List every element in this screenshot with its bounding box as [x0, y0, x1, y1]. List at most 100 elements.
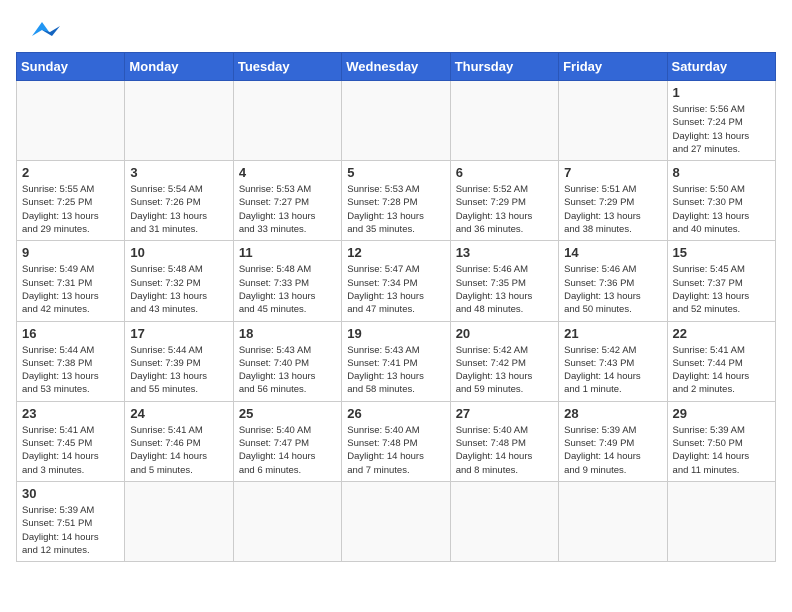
- calendar-day: 24Sunrise: 5:41 AM Sunset: 7:46 PM Dayli…: [125, 401, 233, 481]
- day-info: Sunrise: 5:46 AM Sunset: 7:36 PM Dayligh…: [564, 263, 661, 316]
- day-info: Sunrise: 5:45 AM Sunset: 7:37 PM Dayligh…: [673, 263, 770, 316]
- calendar-day: 11 Sunrise: 5:48 AM Sunset: 7:33 PM Dayli…: [233, 241, 341, 321]
- calendar-week-2: 2 Sunrise: 5:55 AM Sunset: 7:25 PM Daylig…: [17, 161, 776, 241]
- day-number: 26: [347, 406, 444, 421]
- calendar-day: 3Sunrise: 5:54 AM Sunset: 7:26 PM Daylig…: [125, 161, 233, 241]
- day-number: 9: [22, 245, 119, 260]
- day-number: 15: [673, 245, 770, 260]
- calendar-day: 7Sunrise: 5:51 AM Sunset: 7:29 PM Daylig…: [559, 161, 667, 241]
- weekday-header-saturday: Saturday: [667, 53, 775, 81]
- day-info: Sunrise: 5:52 AM Sunset: 7:29 PM Dayligh…: [456, 183, 553, 236]
- calendar-week-4: 16Sunrise: 5:44 AM Sunset: 7:38 PM Dayli…: [17, 321, 776, 401]
- calendar-day: 10Sunrise: 5:48 AM Sunset: 7:32 PM Dayli…: [125, 241, 233, 321]
- day-number: 4: [239, 165, 336, 180]
- weekday-header-row: SundayMondayTuesdayWednesdayThursdayFrid…: [17, 53, 776, 81]
- calendar-day: 5 Sunrise: 5:53 AM Sunset: 7:28 PM Daylig…: [342, 161, 450, 241]
- day-number: 27: [456, 406, 553, 421]
- calendar-day: 21 Sunrise: 5:42 AM Sunset: 7:43 PM Dayli…: [559, 321, 667, 401]
- calendar-day: [559, 81, 667, 161]
- day-info: Sunrise: 5:44 AM Sunset: 7:39 PM Dayligh…: [130, 344, 227, 397]
- calendar-body: 1 Sunrise: 5:56 AM Sunset: 7:24 PM Daylig…: [17, 81, 776, 562]
- calendar-day: 1 Sunrise: 5:56 AM Sunset: 7:24 PM Daylig…: [667, 81, 775, 161]
- calendar-day: 25 Sunrise: 5:40 AM Sunset: 7:47 PM Dayli…: [233, 401, 341, 481]
- calendar-day: 20 Sunrise: 5:42 AM Sunset: 7:42 PM Dayli…: [450, 321, 558, 401]
- calendar-week-1: 1 Sunrise: 5:56 AM Sunset: 7:24 PM Daylig…: [17, 81, 776, 161]
- day-info: Sunrise: 5:46 AM Sunset: 7:35 PM Dayligh…: [456, 263, 553, 316]
- day-number: 5: [347, 165, 444, 180]
- day-info: Sunrise: 5:48 AM Sunset: 7:33 PM Dayligh…: [239, 263, 336, 316]
- calendar-day: 4 Sunrise: 5:53 AM Sunset: 7:27 PM Daylig…: [233, 161, 341, 241]
- calendar-day: [667, 481, 775, 561]
- calendar-day: [342, 481, 450, 561]
- day-number: 30: [22, 486, 119, 501]
- day-info: Sunrise: 5:40 AM Sunset: 7:47 PM Dayligh…: [239, 424, 336, 477]
- day-number: 25: [239, 406, 336, 421]
- day-info: Sunrise: 5:42 AM Sunset: 7:43 PM Dayligh…: [564, 344, 661, 397]
- day-info: Sunrise: 5:43 AM Sunset: 7:40 PM Dayligh…: [239, 344, 336, 397]
- calendar-day: 12 Sunrise: 5:47 AM Sunset: 7:34 PM Dayli…: [342, 241, 450, 321]
- day-info: Sunrise: 5:51 AM Sunset: 7:29 PM Dayligh…: [564, 183, 661, 236]
- calendar-day: [125, 481, 233, 561]
- day-number: 6: [456, 165, 553, 180]
- calendar-day: 6 Sunrise: 5:52 AM Sunset: 7:29 PM Daylig…: [450, 161, 558, 241]
- calendar-day: [342, 81, 450, 161]
- calendar-day: 27 Sunrise: 5:40 AM Sunset: 7:48 PM Dayli…: [450, 401, 558, 481]
- calendar-day: 23 Sunrise: 5:41 AM Sunset: 7:45 PM Dayli…: [17, 401, 125, 481]
- calendar-day: 30Sunrise: 5:39 AM Sunset: 7:51 PM Dayli…: [17, 481, 125, 561]
- day-info: Sunrise: 5:41 AM Sunset: 7:45 PM Dayligh…: [22, 424, 119, 477]
- day-number: 8: [673, 165, 770, 180]
- calendar-day: 8Sunrise: 5:50 AM Sunset: 7:30 PM Daylig…: [667, 161, 775, 241]
- day-number: 11: [239, 245, 336, 260]
- weekday-header-thursday: Thursday: [450, 53, 558, 81]
- day-number: 16: [22, 326, 119, 341]
- calendar-day: 22Sunrise: 5:41 AM Sunset: 7:44 PM Dayli…: [667, 321, 775, 401]
- day-info: Sunrise: 5:53 AM Sunset: 7:27 PM Dayligh…: [239, 183, 336, 236]
- logo-bird-icon: [24, 16, 60, 44]
- day-info: Sunrise: 5:40 AM Sunset: 7:48 PM Dayligh…: [347, 424, 444, 477]
- calendar-day: 16Sunrise: 5:44 AM Sunset: 7:38 PM Dayli…: [17, 321, 125, 401]
- day-number: 2: [22, 165, 119, 180]
- day-info: Sunrise: 5:54 AM Sunset: 7:26 PM Dayligh…: [130, 183, 227, 236]
- day-number: 18: [239, 326, 336, 341]
- day-number: 24: [130, 406, 227, 421]
- day-info: Sunrise: 5:55 AM Sunset: 7:25 PM Dayligh…: [22, 183, 119, 236]
- calendar-week-5: 23 Sunrise: 5:41 AM Sunset: 7:45 PM Dayli…: [17, 401, 776, 481]
- day-info: Sunrise: 5:43 AM Sunset: 7:41 PM Dayligh…: [347, 344, 444, 397]
- calendar-day: 18 Sunrise: 5:43 AM Sunset: 7:40 PM Dayli…: [233, 321, 341, 401]
- calendar-day: [450, 81, 558, 161]
- day-number: 23: [22, 406, 119, 421]
- weekday-header-friday: Friday: [559, 53, 667, 81]
- calendar-header: SundayMondayTuesdayWednesdayThursdayFrid…: [17, 53, 776, 81]
- calendar-day: [233, 481, 341, 561]
- calendar-table: SundayMondayTuesdayWednesdayThursdayFrid…: [16, 52, 776, 562]
- day-number: 12: [347, 245, 444, 260]
- day-number: 10: [130, 245, 227, 260]
- calendar-day: 9Sunrise: 5:49 AM Sunset: 7:31 PM Daylig…: [17, 241, 125, 321]
- day-info: Sunrise: 5:39 AM Sunset: 7:50 PM Dayligh…: [673, 424, 770, 477]
- weekday-header-wednesday: Wednesday: [342, 53, 450, 81]
- day-info: Sunrise: 5:53 AM Sunset: 7:28 PM Dayligh…: [347, 183, 444, 236]
- weekday-header-tuesday: Tuesday: [233, 53, 341, 81]
- day-info: Sunrise: 5:56 AM Sunset: 7:24 PM Dayligh…: [673, 103, 770, 156]
- weekday-header-sunday: Sunday: [17, 53, 125, 81]
- calendar-day: 19Sunrise: 5:43 AM Sunset: 7:41 PM Dayli…: [342, 321, 450, 401]
- day-number: 13: [456, 245, 553, 260]
- day-number: 1: [673, 85, 770, 100]
- calendar-week-6: 30Sunrise: 5:39 AM Sunset: 7:51 PM Dayli…: [17, 481, 776, 561]
- header: [16, 16, 776, 44]
- day-info: Sunrise: 5:41 AM Sunset: 7:44 PM Dayligh…: [673, 344, 770, 397]
- day-number: 20: [456, 326, 553, 341]
- calendar-day: 13 Sunrise: 5:46 AM Sunset: 7:35 PM Dayli…: [450, 241, 558, 321]
- day-info: Sunrise: 5:42 AM Sunset: 7:42 PM Dayligh…: [456, 344, 553, 397]
- calendar-day: 29 Sunrise: 5:39 AM Sunset: 7:50 PM Dayli…: [667, 401, 775, 481]
- day-number: 21: [564, 326, 661, 341]
- calendar-day: 2 Sunrise: 5:55 AM Sunset: 7:25 PM Daylig…: [17, 161, 125, 241]
- calendar-day: 26 Sunrise: 5:40 AM Sunset: 7:48 PM Dayli…: [342, 401, 450, 481]
- logo: [16, 16, 60, 44]
- day-number: 29: [673, 406, 770, 421]
- day-info: Sunrise: 5:40 AM Sunset: 7:48 PM Dayligh…: [456, 424, 553, 477]
- day-number: 17: [130, 326, 227, 341]
- calendar-day: [233, 81, 341, 161]
- day-info: Sunrise: 5:47 AM Sunset: 7:34 PM Dayligh…: [347, 263, 444, 316]
- calendar-day: 17 Sunrise: 5:44 AM Sunset: 7:39 PM Dayli…: [125, 321, 233, 401]
